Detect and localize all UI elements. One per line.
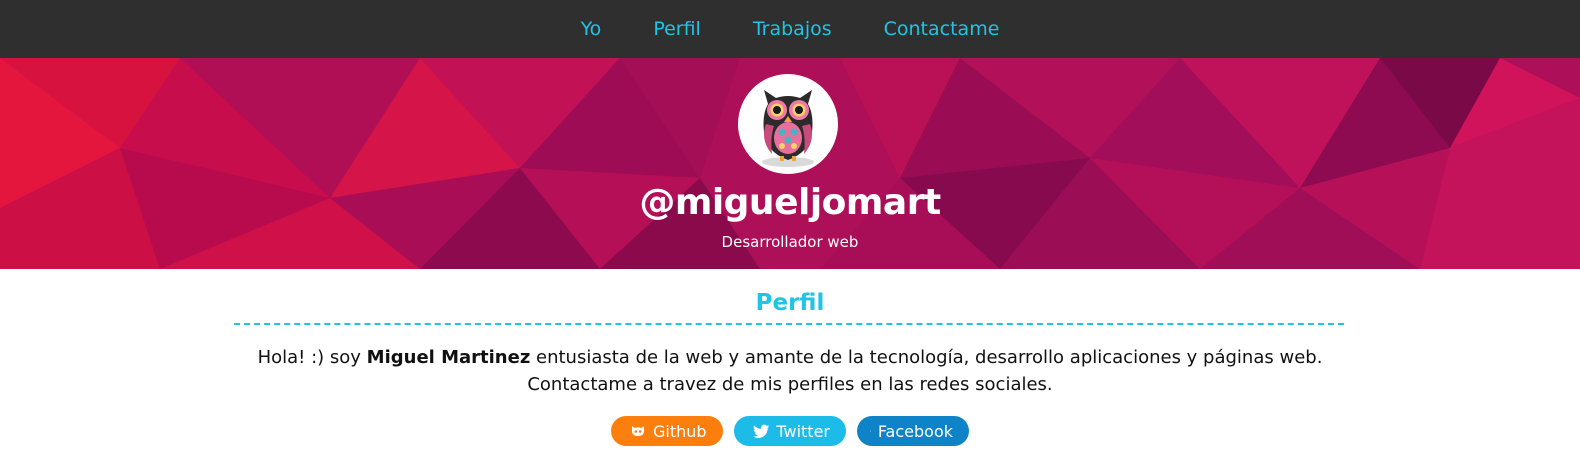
twitter-button[interactable]: Twitter (734, 416, 846, 446)
profile-handle: @migueljomart (639, 182, 941, 223)
twitter-button-label: Twitter (776, 421, 830, 441)
hero-banner: @migueljomart Desarrollador web (0, 58, 1580, 269)
twitter-icon (753, 424, 770, 438)
bio-intro: Hola! :) soy (257, 347, 367, 368)
profile-subtitle: Desarrollador web (721, 233, 859, 251)
nav-item-perfil[interactable]: Perfil (627, 0, 727, 58)
owl-icon (762, 90, 814, 167)
github-button-label: Github (653, 421, 707, 441)
owl-avatar (738, 74, 838, 174)
github-button[interactable]: Github (611, 416, 723, 446)
bio-name: Miguel Martinez (366, 347, 531, 368)
nav-item-trabajos[interactable]: Trabajos (727, 0, 858, 58)
section-title-perfil: Perfil (755, 290, 825, 316)
nav-item-yo[interactable]: Yo (555, 0, 628, 58)
profile-bio: Hola! :) soy Miguel Martinez entusiasta … (200, 344, 1380, 398)
facebook-button[interactable]: Facebook (857, 416, 969, 446)
section-divider (234, 323, 1344, 325)
top-navigation: Yo Perfil Trabajos Contactame (0, 0, 1580, 58)
nav-item-contactame[interactable]: Contactame (858, 0, 1026, 58)
social-buttons: Github Twitter Facebook (0, 416, 1580, 446)
bio-rest: entusiasta de la web y amante de la tecn… (530, 347, 1323, 368)
bio-line-2: Contactame a travez de mis perfiles en l… (527, 374, 1053, 395)
facebook-button-label: Facebook (877, 421, 953, 441)
facebook-icon (870, 430, 871, 432)
github-icon (632, 426, 644, 436)
